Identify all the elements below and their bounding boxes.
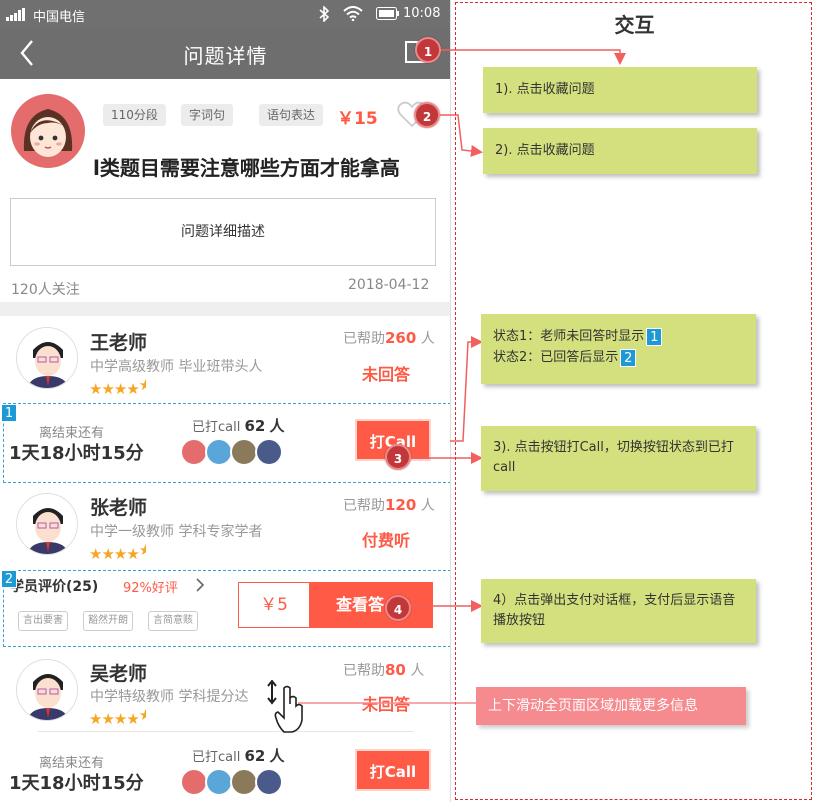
- annotation-panel: 交互: [455, 2, 812, 800]
- state-marker-2-badge: 2: [620, 348, 637, 367]
- note-pay: 4）点击弹出支付对话框，支付后显示语音播放按钮: [481, 579, 756, 643]
- note-favorite-2: 2). 点击收藏问题: [483, 128, 757, 174]
- note-favorite-1: 1). 点击收藏问题: [483, 67, 757, 113]
- state-2-text: 状态2：已回答后显示 2: [493, 347, 744, 368]
- note-states: 状态1：老师未回答时显示 1 状态2：已回答后显示 2: [481, 314, 756, 384]
- state-2-label: 状态2：已回答后显示: [493, 350, 619, 365]
- state-marker-1-badge: 1: [646, 327, 663, 346]
- note-call: 3). 点击按钮打Call，切换按钮状态到已打call: [481, 426, 756, 491]
- state-1-text: 状态1：老师未回答时显示 1: [493, 326, 744, 347]
- state-1-label: 状态1：老师未回答时显示: [493, 329, 645, 344]
- panel-title: 交互: [614, 13, 655, 37]
- note-scroll: 上下滑动全页面区域加载更多信息: [476, 687, 746, 725]
